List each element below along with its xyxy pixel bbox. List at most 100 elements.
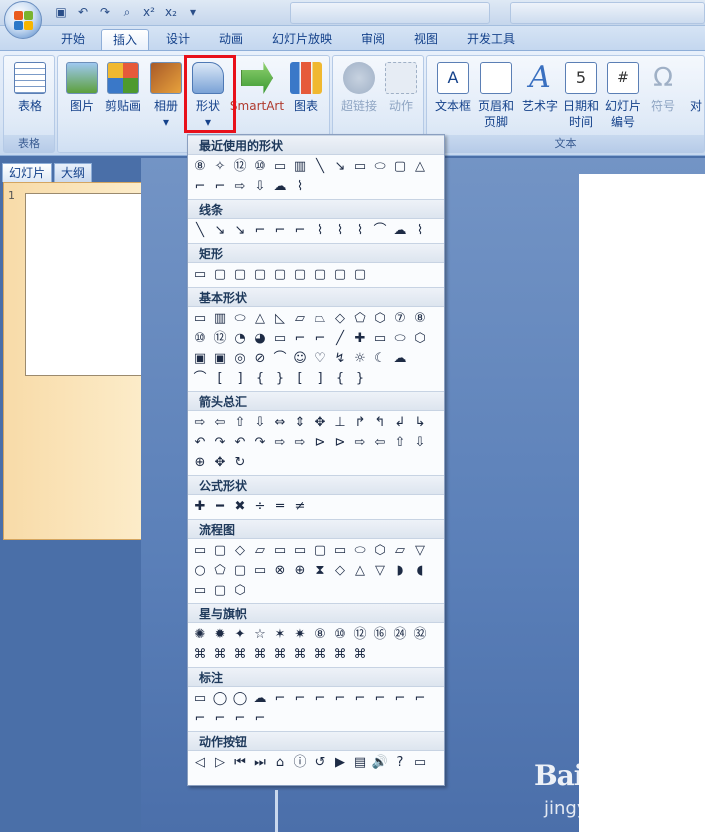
shape-option-icon[interactable]: ⌐ [371,690,389,708]
tab-slides[interactable]: 幻灯片 [2,163,53,182]
shape-option-icon[interactable]: ⊕ [291,562,309,580]
shape-option-icon[interactable]: ↲ [391,414,409,432]
shape-option-icon[interactable]: ⑧ [411,310,429,328]
shape-option-icon[interactable]: ⊕ [191,454,209,472]
shape-option-icon[interactable]: ⧗ [311,562,329,580]
customize-qat-icon[interactable]: ▾ [184,3,202,21]
shape-option-icon[interactable]: ═ [271,498,289,516]
shape-option-icon[interactable]: ⌂ [271,754,289,772]
datetime-button[interactable]: 5 日期和时间 [561,62,601,130]
shape-option-icon[interactable]: ⊥ [331,414,349,432]
shape-option-icon[interactable]: ✥ [311,414,329,432]
action-button[interactable]: 动作 [383,62,419,114]
shape-option-icon[interactable]: ⇨ [231,178,249,196]
shape-option-icon[interactable]: ◖ [411,562,429,580]
shape-option-icon[interactable]: ⑯ [371,626,389,644]
shape-option-icon[interactable]: ▭ [191,310,209,328]
shape-option-icon[interactable]: ⌒ [271,350,289,368]
shape-option-icon[interactable]: ☆ [251,626,269,644]
tab-design[interactable]: 设计 [154,29,202,50]
undo-icon[interactable]: ↶ [74,3,92,21]
shape-option-icon[interactable]: ⌐ [231,710,249,728]
shape-option-icon[interactable]: ⑦ [391,310,409,328]
shape-option-icon[interactable]: { [251,370,269,388]
print-preview-icon[interactable]: ⌕ [118,3,136,21]
shape-option-icon[interactable]: ⇦ [211,414,229,432]
shape-option-icon[interactable]: ⬡ [371,542,389,560]
shape-option-icon[interactable]: ▢ [271,266,289,284]
shape-option-icon[interactable]: △ [251,310,269,328]
wordart-button[interactable]: A 艺术字 [519,62,561,114]
shape-option-icon[interactable]: ⇧ [231,414,249,432]
shape-option-icon[interactable]: ⌐ [411,690,429,708]
shape-option-icon[interactable]: ⌘ [211,646,229,664]
shape-option-icon[interactable]: ⌐ [291,690,309,708]
shape-option-icon[interactable]: ⬭ [371,158,389,176]
shape-option-icon[interactable]: ▥ [291,158,309,176]
window-tab-blurred-2[interactable] [510,2,705,24]
table-button[interactable]: 表格 [9,62,51,114]
shape-option-icon[interactable]: ⇨ [271,434,289,452]
tab-insert[interactable]: 插入 [101,29,149,50]
symbol-button[interactable]: Ω 符号 [645,62,681,114]
shape-option-icon[interactable]: ⌐ [291,330,309,348]
shape-option-icon[interactable]: ⊗ [271,562,289,580]
shape-option-icon[interactable]: ✶ [271,626,289,644]
shape-option-icon[interactable]: ▣ [191,350,209,368]
shape-option-icon[interactable]: ✺ [191,626,209,644]
object-button[interactable]: 对 [685,62,705,114]
shape-option-icon[interactable]: ⌘ [231,646,249,664]
tab-review[interactable]: 审阅 [349,29,397,50]
shape-option-icon[interactable]: △ [411,158,429,176]
shape-option-icon[interactable]: ≠ [291,498,309,516]
shape-option-icon[interactable]: ▭ [191,266,209,284]
shape-option-icon[interactable]: ▢ [291,266,309,284]
shape-option-icon[interactable]: ⌇ [291,178,309,196]
shape-option-icon[interactable]: ⇦ [371,434,389,452]
shape-option-icon[interactable]: ▢ [391,158,409,176]
shape-option-icon[interactable]: ⇨ [351,434,369,452]
shape-option-icon[interactable]: ━ [211,498,229,516]
shape-option-icon[interactable]: ▭ [271,330,289,348]
shape-option-icon[interactable]: ☼ [351,350,369,368]
shape-option-icon[interactable]: ▭ [371,330,389,348]
shape-option-icon[interactable]: ◇ [231,542,249,560]
shape-option-icon[interactable]: ⌐ [391,690,409,708]
shape-option-icon[interactable]: ⌐ [271,222,289,240]
shape-option-icon[interactable]: ⇧ [391,434,409,452]
shape-option-icon[interactable]: ⑩ [251,158,269,176]
shape-option-icon[interactable]: ⌐ [311,330,329,348]
shape-option-icon[interactable]: } [271,370,289,388]
shape-option-icon[interactable]: ▭ [191,542,209,560]
shape-option-icon[interactable]: ⬭ [231,310,249,328]
shape-option-icon[interactable]: ÷ [251,498,269,516]
shape-option-icon[interactable]: ◇ [331,562,349,580]
shape-option-icon[interactable]: ⬠ [351,310,369,328]
shape-option-icon[interactable]: ⑧ [191,158,209,176]
shape-option-icon[interactable]: ▢ [211,542,229,560]
chart-button[interactable]: 图表 [288,62,324,114]
shape-option-icon[interactable]: ✚ [191,498,209,516]
shape-option-icon[interactable]: ㉜ [411,626,429,644]
shape-option-icon[interactable]: ↘ [331,158,349,176]
shape-option-icon[interactable]: ⇕ [291,414,309,432]
shape-option-icon[interactable]: ◎ [231,350,249,368]
tab-view[interactable]: 视图 [402,29,450,50]
smartart-button[interactable]: SmartArt [228,62,286,114]
shape-option-icon[interactable]: ▢ [211,266,229,284]
office-button[interactable] [4,1,42,39]
shape-option-icon[interactable]: ✷ [291,626,309,644]
shape-option-icon[interactable]: ▣ [211,350,229,368]
shape-option-icon[interactable]: ㉔ [391,626,409,644]
shape-option-icon[interactable]: △ [351,562,369,580]
shape-option-icon[interactable]: ↶ [191,434,209,452]
shape-option-icon[interactable]: ▭ [271,542,289,560]
shape-option-icon[interactable]: ⑫ [231,158,249,176]
shape-option-icon[interactable]: ▱ [391,542,409,560]
hyperlink-button[interactable]: 超链接 [337,62,381,114]
tab-outline[interactable]: 大纲 [54,163,93,182]
shape-option-icon[interactable]: ▶ [331,754,349,772]
shape-option-icon[interactable]: ☁ [251,690,269,708]
shape-option-icon[interactable]: ▭ [251,562,269,580]
shape-option-icon[interactable]: ⌐ [311,690,329,708]
